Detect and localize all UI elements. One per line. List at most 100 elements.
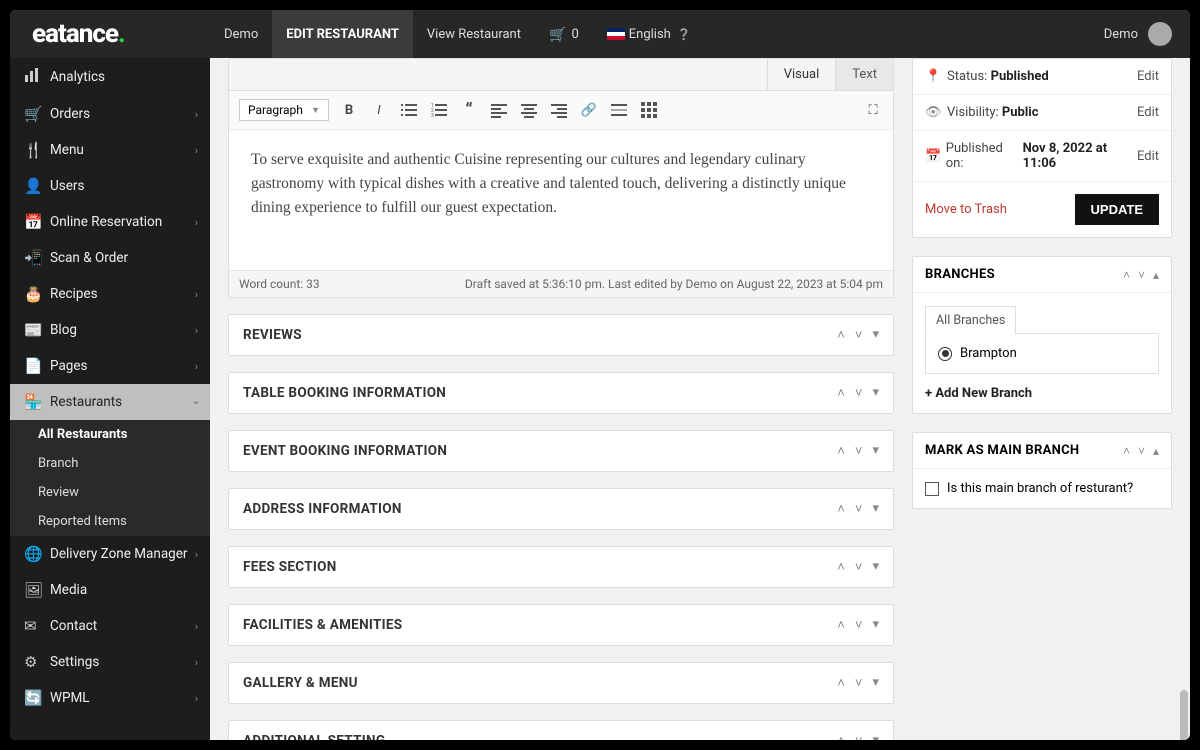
panel-down-icon[interactable]: ˅	[855, 559, 863, 575]
sidebar-item-analytics[interactable]: Analytics	[10, 58, 210, 96]
chevron-right-icon: ›	[195, 620, 198, 633]
align-left-button[interactable]	[489, 100, 509, 120]
align-center-button[interactable]	[519, 100, 539, 120]
main-branch-checkbox[interactable]: Is this main branch of resturant?	[925, 481, 1133, 496]
panel-reviews: REVIEWS˄˅▾	[228, 314, 894, 356]
panel-down-icon[interactable]: ˅	[1138, 268, 1145, 282]
panel-down-icon[interactable]: ˅	[855, 443, 863, 459]
panel-up-icon[interactable]: ˄	[837, 733, 845, 740]
panel-up-icon[interactable]: ˄	[837, 385, 845, 401]
panel-down-icon[interactable]: ˅	[855, 327, 863, 343]
avatar-icon[interactable]	[1148, 22, 1172, 46]
readmore-button[interactable]	[609, 100, 629, 120]
ol-button[interactable]: 123	[429, 100, 449, 120]
tab-text[interactable]: Text	[835, 59, 893, 90]
panel-down-icon[interactable]: ˅	[855, 733, 863, 740]
sidebar-item-wpml[interactable]: 🔄WPML›	[10, 680, 210, 716]
topbar-cart[interactable]: 0	[535, 10, 593, 58]
sidebar-item-menu[interactable]: 🍴Menu›	[10, 132, 210, 168]
editor-content[interactable]: To serve exquisite and authentic Cuisine…	[229, 130, 893, 270]
panel-title: ADDRESS INFORMATION	[243, 501, 402, 517]
align-right-button[interactable]	[549, 100, 569, 120]
sidebar-sub-review[interactable]: Review	[10, 478, 210, 507]
panel-menu-icon[interactable]: ▾	[872, 617, 879, 633]
topbar-demo[interactable]: Demo	[210, 10, 272, 58]
panel-menu-icon[interactable]: ▾	[872, 559, 879, 575]
topbar-edit-restaurant[interactable]: EDIT RESTAURANT	[272, 10, 413, 58]
edit-visibility[interactable]: Edit	[1137, 105, 1159, 120]
panel-down-icon[interactable]: ˅	[855, 617, 863, 633]
topbar-view-restaurant[interactable]: View Restaurant	[413, 10, 535, 58]
panel-up-icon[interactable]: ˄	[837, 675, 845, 691]
toolbar-toggle-button[interactable]	[639, 100, 659, 120]
panel-menu-icon[interactable]: ▾	[872, 443, 879, 459]
sidebar-item-delivery-zone-manager[interactable]: 🌐Delivery Zone Manager›	[10, 536, 210, 572]
draft-info: Draft saved at 5:36:10 pm. Last edited b…	[465, 277, 883, 291]
sidebar-item-scan-order[interactable]: 📲Scan & Order	[10, 240, 210, 276]
panel-up-icon[interactable]: ˄	[1123, 268, 1130, 282]
panel-down-icon[interactable]: ˅	[855, 675, 863, 691]
sidebar-item-online-reservation[interactable]: 📅Online Reservation›	[10, 204, 210, 240]
format-select[interactable]: Paragraph▼	[239, 99, 329, 121]
sidebar-item-recipes[interactable]: 🎂Recipes›	[10, 276, 210, 312]
chevron-right-icon: ›	[195, 324, 198, 337]
sidebar-sub-branch[interactable]: Branch	[10, 449, 210, 478]
chart-icon	[24, 67, 50, 87]
panel-down-icon[interactable]: ˅	[855, 385, 863, 401]
branches-title: BRANCHES	[925, 267, 995, 282]
panel-up-icon[interactable]: ˄	[837, 559, 845, 575]
sidebar-item-media[interactable]: 🖼Media	[10, 572, 210, 608]
chevron-right-icon: ›	[195, 288, 198, 301]
branches-tab[interactable]: All Branches	[925, 306, 1016, 335]
ul-button[interactable]	[399, 100, 419, 120]
calendar-icon: 📅	[24, 213, 50, 231]
panel-up-icon[interactable]: ˄	[837, 327, 845, 343]
move-to-trash[interactable]: Move to Trash	[925, 202, 1007, 217]
panel-up-icon[interactable]: ˄	[837, 617, 845, 633]
tab-visual[interactable]: Visual	[767, 59, 836, 90]
status-value: Published	[991, 69, 1049, 84]
sidebar-item-pages[interactable]: 📄Pages›	[10, 348, 210, 384]
edit-published[interactable]: Edit	[1137, 149, 1159, 164]
sidebar-item-users[interactable]: 👤Users	[10, 168, 210, 204]
main-branch-title: MARK AS MAIN BRANCH	[925, 443, 1079, 458]
panel-menu-icon[interactable]: ▾	[872, 733, 879, 740]
panel-toggle-icon[interactable]: ▴	[1153, 444, 1159, 458]
topbar-language[interactable]: English ❔	[593, 10, 705, 58]
sidebar-item-contact[interactable]: ✉Contact›	[10, 608, 210, 644]
editor-toolbar: Paragraph▼ B I 123 “ 🔗 ⛶	[229, 91, 893, 130]
update-button[interactable]: UPDATE	[1075, 194, 1159, 225]
fullscreen-button[interactable]: ⛶	[863, 100, 883, 120]
panel-table-booking-information: TABLE BOOKING INFORMATION˄˅▾	[228, 372, 894, 414]
link-button[interactable]: 🔗	[579, 100, 599, 120]
panel-menu-icon[interactable]: ▾	[872, 501, 879, 517]
scrollbar-thumb[interactable]	[1180, 690, 1188, 740]
checkbox-icon	[925, 482, 939, 496]
panel-down-icon[interactable]: ˅	[1138, 444, 1145, 458]
bold-button[interactable]: B	[339, 100, 359, 120]
eye-icon: 👁	[925, 105, 947, 120]
panel-down-icon[interactable]: ˅	[855, 501, 863, 517]
sidebar-item-blog[interactable]: 📰Blog›	[10, 312, 210, 348]
panel-title: FEES SECTION	[243, 559, 337, 575]
sidebar-item-settings[interactable]: ⚙Settings›	[10, 644, 210, 680]
panel-toggle-icon[interactable]: ▴	[1153, 268, 1159, 282]
panel-menu-icon[interactable]: ▾	[872, 675, 879, 691]
topbar-user[interactable]: Demo	[1104, 27, 1138, 42]
panel-up-icon[interactable]: ˄	[837, 443, 845, 459]
add-branch[interactable]: + Add New Branch	[925, 386, 1159, 401]
qr-icon: 📲	[24, 249, 50, 267]
sidebar-sub-reported-items[interactable]: Reported Items	[10, 507, 210, 536]
panel-menu-icon[interactable]: ▾	[872, 385, 879, 401]
quote-button[interactable]: “	[459, 100, 479, 120]
italic-button[interactable]: I	[369, 100, 389, 120]
sidebar-item-restaurants[interactable]: 🏪Restaurants›	[10, 384, 210, 420]
fork-icon: 🍴	[24, 141, 50, 159]
panel-up-icon[interactable]: ˄	[837, 501, 845, 517]
panel-up-icon[interactable]: ˄	[1123, 444, 1130, 458]
branch-option[interactable]: Brampton	[938, 346, 1146, 361]
sidebar-item-orders[interactable]: 🛒Orders›	[10, 96, 210, 132]
sidebar-sub-all-restaurants[interactable]: All Restaurants	[10, 420, 210, 449]
panel-menu-icon[interactable]: ▾	[872, 327, 879, 343]
edit-status[interactable]: Edit	[1137, 69, 1159, 84]
